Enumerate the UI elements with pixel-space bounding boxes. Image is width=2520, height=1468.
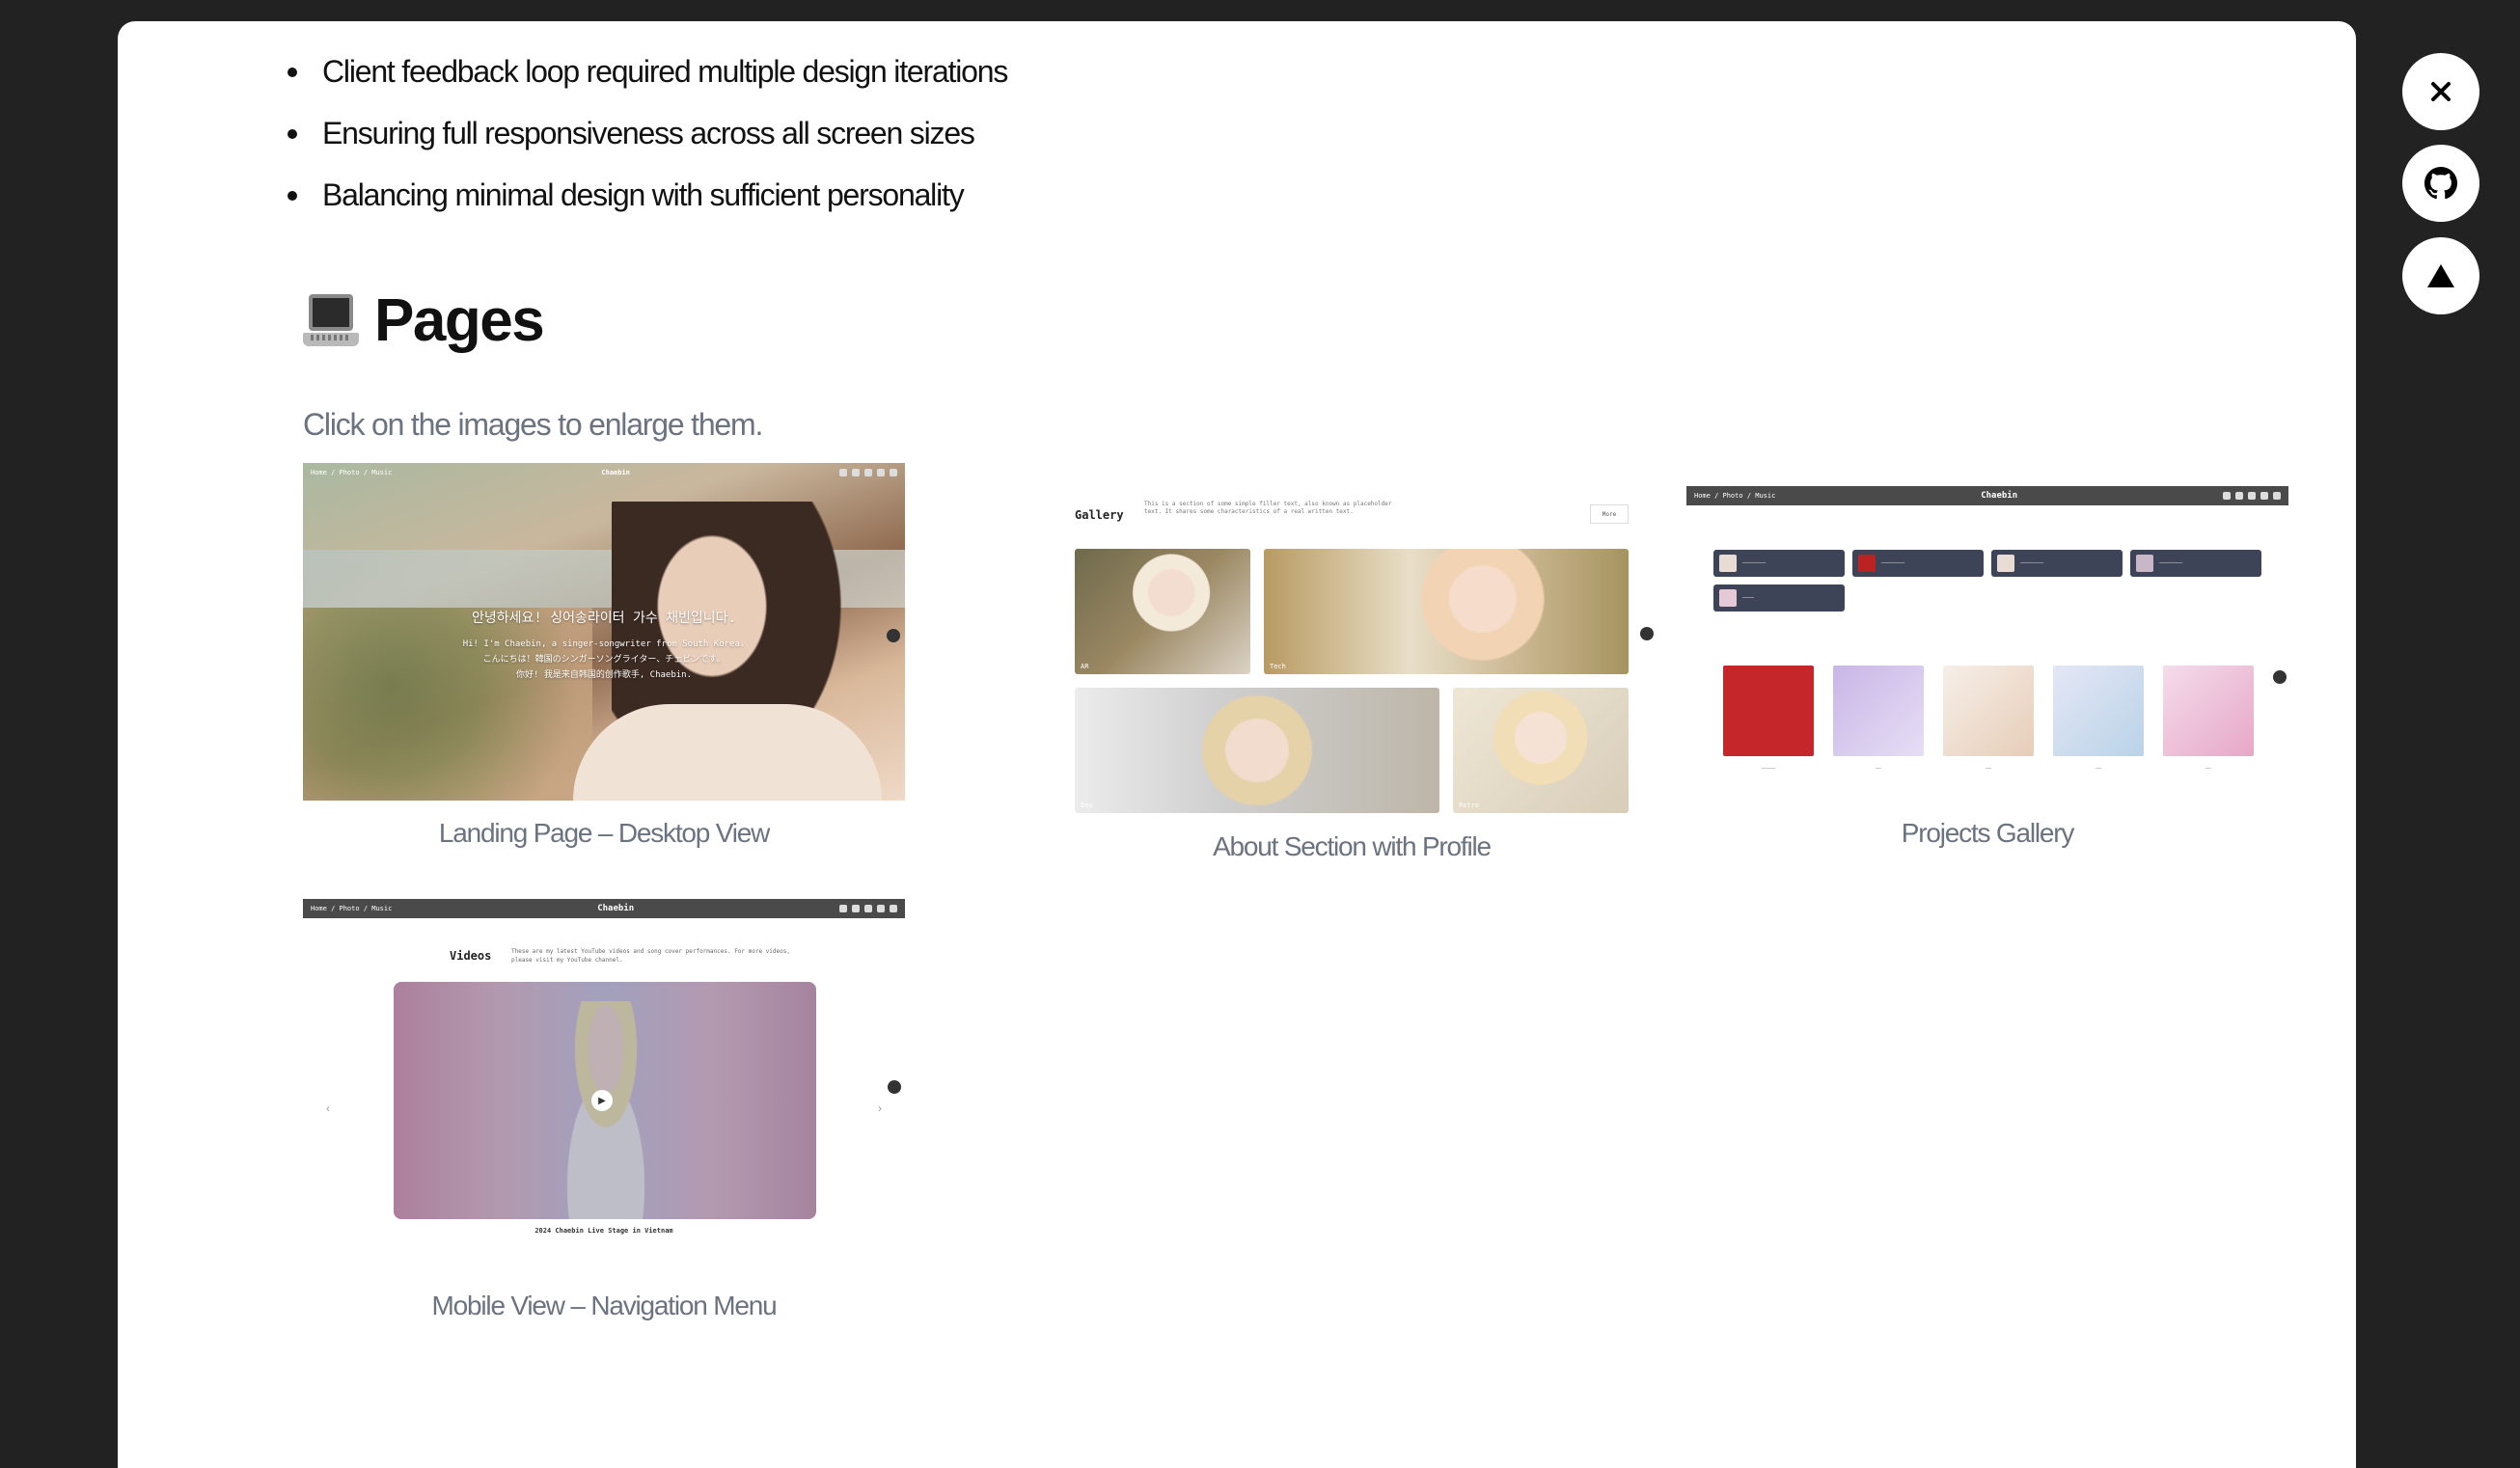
section-hint: Click on the images to enlarge them. [303,407,763,442]
modal-panel: Client feedback loop required multiple d… [118,21,2356,1468]
list-item: Balancing minimal design with sufficient… [288,164,1007,226]
laptop-icon [303,292,359,348]
section-title: Pages [374,286,545,354]
mini-nav: Home / Photo / Music Chaebin [1686,486,2288,505]
video-player: ▶ [394,982,816,1219]
close-button[interactable] [2402,53,2479,130]
scroll-top-button[interactable] [2402,237,2479,314]
list-item: Client feedback loop required multiple d… [288,41,1008,102]
arrow-up-icon [2427,264,2454,287]
expand-icon[interactable] [887,629,900,642]
challenge-list: Client feedback loop required multiple d… [288,41,1008,226]
section-heading: Pages [303,282,545,359]
landing-page-thumbnail[interactable]: Home / Photo / Music Chaebin 안녕하세요! 싱어송라… [303,463,905,801]
card-caption: Landing Page – Desktop View [438,818,770,848]
card-caption: About Section with Profile [1213,831,1492,861]
card-caption: Projects Gallery [1901,818,2075,848]
play-icon: ▶ [591,1090,613,1111]
close-icon [2431,82,2451,101]
github-button[interactable] [2402,145,2479,222]
card-caption: Mobile View – Navigation Menu [431,1291,778,1320]
more-button: More [1590,504,1629,524]
about-section-thumbnail[interactable]: Gallery This is a section of some simple… [1075,487,1629,817]
greeting-overlay: 안녕하세요! 싱어송라이터 가수 채빈입니다. Hi! I'm Chaebin,… [462,611,746,680]
mini-nav: Home / Photo / Music Chaebin [303,463,905,482]
list-item: Ensuring full responsiveness across all … [288,102,1007,164]
expand-icon[interactable] [888,1080,901,1094]
mini-nav: Home / Photo / Music Chaebin [303,899,905,918]
github-icon [2424,167,2457,200]
expand-icon[interactable] [1640,627,1654,640]
mobile-view-thumbnail[interactable]: Home / Photo / Music Chaebin Videos Thes… [303,899,905,1262]
expand-icon[interactable] [2273,670,2287,684]
projects-gallery-thumbnail[interactable]: Home / Photo / Music Chaebin ──────── ──… [1686,486,2288,775]
